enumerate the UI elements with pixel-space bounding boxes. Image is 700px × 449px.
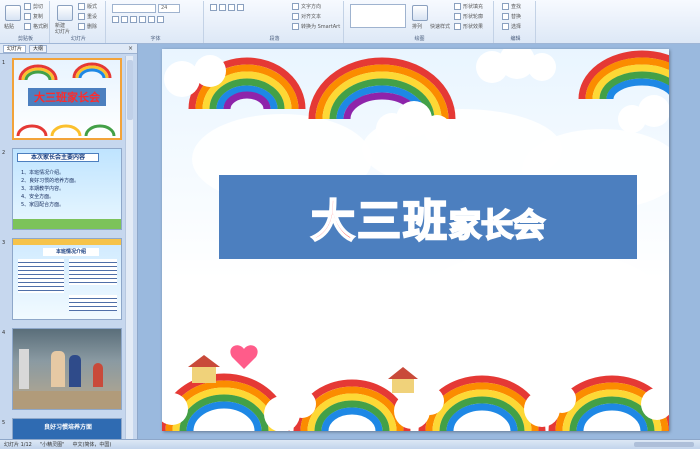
align-icon	[292, 13, 299, 20]
text-direction-button[interactable]: 文字方向	[292, 3, 321, 10]
slides-group: 新建 幻灯片 版式 重设 删除 幻灯片	[52, 1, 106, 43]
slide-thumbnail-1[interactable]: 大三班家长会	[12, 58, 122, 140]
status-bar: 幻灯片 1/12 "小精灵图" 中文(简体，中国)	[0, 439, 700, 449]
new-slide-button[interactable]	[57, 5, 73, 21]
thumb-number: 4	[2, 330, 6, 336]
thumb-title: 良好习惯培养方面	[43, 424, 92, 431]
reset-button[interactable]: 重设	[78, 13, 97, 20]
arrange-button[interactable]	[412, 5, 428, 21]
slides-label: 幻灯片	[70, 36, 86, 42]
grass-decoration	[13, 219, 121, 229]
list-buttons[interactable]	[210, 4, 244, 11]
font-label: 字体	[150, 36, 161, 42]
child-figure	[93, 363, 103, 387]
language-indicator[interactable]: 中文(简体，中国)	[72, 441, 111, 448]
text-block	[69, 295, 117, 311]
align-text-button[interactable]: 对齐文本	[292, 13, 321, 20]
format-painter-button[interactable]: 格式刷	[24, 23, 48, 30]
smartart-icon	[292, 23, 299, 30]
font-format-buttons[interactable]	[112, 16, 164, 23]
font-name-combo[interactable]	[112, 4, 156, 13]
slide-editing-area: 大三班家长会	[139, 44, 700, 439]
shapes-gallery[interactable]	[350, 4, 406, 28]
copy-icon	[24, 13, 31, 20]
reset-icon	[78, 13, 85, 20]
delete-button[interactable]: 删除	[78, 23, 97, 30]
paragraph-label: 段落	[269, 36, 280, 42]
layout-icon	[78, 3, 85, 10]
clipboard-group: 粘贴 剪切 复制 格式刷 剪贴板	[2, 1, 50, 43]
slide-thumbnail-5[interactable]: 良好习惯培养方面	[12, 418, 122, 440]
delete-icon	[78, 23, 85, 30]
thumb-number: 1	[2, 60, 6, 66]
replace-icon	[502, 13, 509, 20]
replace-button[interactable]: 替换	[502, 13, 521, 20]
slide-title: 大三班家长会	[219, 185, 637, 249]
editing-label: 编辑	[510, 36, 521, 42]
text-direction-icon	[292, 3, 299, 10]
drawing-group: 排列 快速样式 形状填充 形状轮廓 形状效果 绘图	[346, 1, 494, 43]
shape-outline-button[interactable]: 形状轮廓	[454, 13, 483, 20]
drawing-label: 绘图	[414, 36, 425, 42]
paste-button[interactable]	[5, 5, 21, 21]
smartart-button[interactable]: 转换为 SmartArt	[292, 23, 340, 30]
thumb-list: 1、本班情况介绍。 2、良好习惯的培养方面。 3、本期教学内容。 4、安全方面。…	[21, 170, 80, 208]
brush-icon	[24, 23, 31, 30]
find-button[interactable]: 查找	[502, 3, 521, 10]
select-icon	[502, 23, 509, 30]
slide-thumbnail-3[interactable]: 本班情况介绍	[12, 238, 122, 320]
cut-button[interactable]: 剪切	[24, 3, 43, 10]
panel-tabs: 幻灯片 大纲 ×	[0, 44, 137, 54]
arrange-label: 排列	[412, 24, 423, 30]
current-slide[interactable]: 大三班家长会	[162, 49, 669, 431]
zoom-slider[interactable]	[634, 442, 694, 447]
child-figure	[51, 351, 65, 387]
new-slide-label: 新建 幻灯片	[55, 23, 71, 35]
find-icon	[502, 3, 509, 10]
thumb-title: 大三班家长会	[34, 91, 100, 104]
ground	[13, 391, 121, 409]
child-figure	[69, 355, 81, 387]
font-size-combo[interactable]: 24	[158, 4, 180, 13]
scrollbar-thumb[interactable]	[127, 60, 133, 120]
effects-icon	[454, 23, 461, 30]
fill-icon	[454, 3, 461, 10]
scissors-icon	[24, 3, 31, 10]
outline-icon	[454, 13, 461, 20]
slide-title-main: 大三班	[310, 195, 449, 248]
thumb-title: 本次家长会主要内容	[17, 153, 99, 162]
tab-outline[interactable]: 大纲	[29, 44, 48, 53]
text-block	[18, 259, 64, 293]
tab-slides[interactable]: 幻灯片	[3, 44, 27, 53]
title-placeholder[interactable]: 大三班家长会	[219, 175, 637, 259]
thumb-number: 2	[2, 150, 6, 156]
theme-name: "小精灵图"	[39, 442, 65, 448]
shape-effects-button[interactable]: 形状效果	[454, 23, 483, 30]
text-block	[69, 259, 117, 285]
slide-thumbnail-2[interactable]: 本次家长会主要内容 1、本班情况介绍。 2、良好习惯的培养方面。 3、本期教学内…	[12, 148, 122, 230]
slide-thumbnail-4[interactable]	[12, 328, 122, 410]
editing-group: 查找 替换 选择 编辑	[496, 1, 536, 43]
ribbon: 粘贴 剪切 复制 格式刷 剪贴板 新建 幻灯片 版式 重设 删除 幻灯片 24 …	[0, 0, 700, 44]
layout-button[interactable]: 版式	[78, 3, 97, 10]
thumb-title: 本班情况介绍	[43, 248, 99, 256]
thumb-number: 5	[2, 420, 6, 426]
slide-counter: 幻灯片 1/12	[4, 442, 32, 448]
slide-title-sub: 家长会	[448, 205, 546, 245]
star-border	[13, 239, 121, 245]
paste-label: 粘贴	[4, 24, 15, 30]
slides-panel: 幻灯片 大纲 × 1 大三班家长会 2 本次家长会主要内容 1、本班情况介绍。 …	[0, 44, 138, 440]
panel-scrollbar[interactable]	[125, 56, 133, 439]
clipboard-label: 剪贴板	[17, 36, 33, 42]
quick-styles-button[interactable]: 快速样式	[430, 23, 450, 30]
paragraph-group: 文字方向 对齐文本 转换为 SmartArt 段落	[206, 1, 344, 43]
select-button[interactable]: 选择	[502, 23, 521, 30]
photo-element	[19, 349, 29, 389]
shape-fill-button[interactable]: 形状填充	[454, 3, 483, 10]
font-group: 24 字体	[108, 1, 204, 43]
thumb-number: 3	[2, 240, 6, 246]
copy-button[interactable]: 复制	[24, 13, 43, 20]
close-icon[interactable]: ×	[128, 45, 133, 52]
